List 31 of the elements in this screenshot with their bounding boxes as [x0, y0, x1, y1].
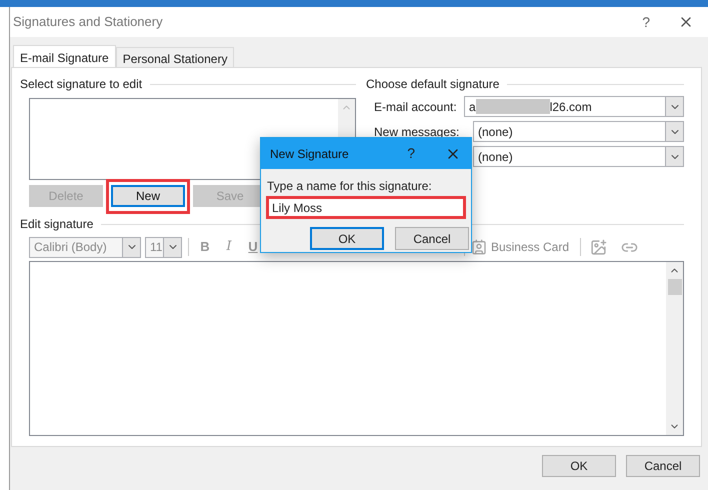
business-card-button[interactable]: Business Card [468, 238, 571, 256]
signature-dropdown[interactable]: (none) [473, 146, 684, 167]
help-button[interactable]: ? [407, 143, 415, 164]
section-heading: Choose default signature [366, 76, 500, 93]
field-value: (none) [478, 148, 513, 166]
scrollbar-thumb[interactable] [668, 279, 682, 295]
field-label: E-mail account: [374, 98, 458, 116]
field-value: l26.com [550, 98, 592, 116]
signature-name-field[interactable]: Lily Moss [266, 196, 466, 219]
signature-button[interactable]: New [111, 185, 185, 207]
signature-dropdown[interactable]: (none) [473, 121, 684, 142]
font-name: Calibri (Body) [34, 239, 107, 256]
field-label: New messages: [374, 124, 460, 140]
insert-picture-icon[interactable] [590, 238, 607, 256]
dialog-button[interactable]: Cancel [395, 227, 469, 250]
dialog-button[interactable]: OK [310, 227, 384, 250]
dialog-button[interactable]: Cancel [626, 455, 700, 477]
section-heading: Select signature to edit [20, 76, 142, 93]
field-value: (none) [478, 124, 513, 140]
help-button[interactable]: ? [642, 12, 650, 32]
tab[interactable]: Personal Stationery [116, 47, 234, 67]
field-value: a [469, 98, 476, 116]
section-heading: Edit signature [20, 216, 94, 233]
signature-dropdown[interactable]: a l26.com [464, 96, 684, 117]
font-size: 11 [150, 239, 162, 256]
tab[interactable]: E-mail Signature [13, 45, 116, 67]
contact-card-icon [470, 239, 487, 255]
dialog-button[interactable]: OK [542, 455, 616, 477]
dialog-title: New Signature [270, 146, 350, 162]
prompt-label: Type a name for this signature: [266, 178, 433, 195]
window-title: Signatures and Stationery [13, 13, 164, 32]
